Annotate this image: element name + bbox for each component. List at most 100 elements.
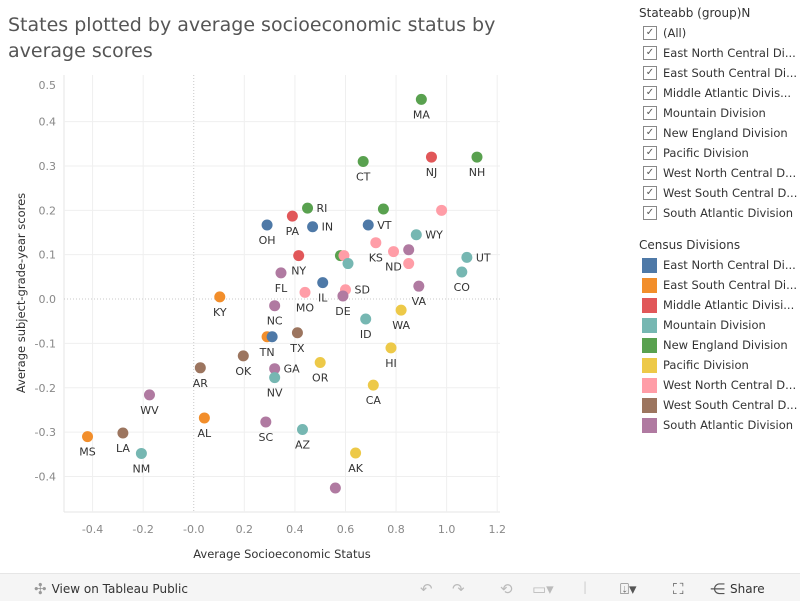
data-point[interactable]	[342, 258, 354, 270]
data-point[interactable]	[370, 237, 382, 249]
filter-item-label: East South Central Di...	[663, 66, 798, 80]
legend-swatch	[642, 357, 657, 373]
data-point[interactable]	[360, 313, 372, 325]
data-point[interactable]	[261, 219, 273, 231]
legend-swatch	[642, 377, 657, 393]
filter-item[interactable]: ✓ West North Central D...	[639, 163, 800, 183]
checkbox-checked-icon[interactable]: ✓	[643, 66, 657, 80]
legend-item[interactable]: West North Central D...	[639, 375, 800, 395]
data-point[interactable]	[410, 229, 422, 241]
filter-item-label: Pacific Division	[663, 146, 749, 160]
data-point-label: OK	[235, 365, 252, 378]
data-point-label: WV	[140, 404, 159, 417]
filter-item[interactable]: ✓ South Atlantic Division	[639, 203, 800, 223]
x-tick-label: -0.4	[82, 523, 103, 536]
data-point[interactable]	[260, 416, 272, 428]
data-point[interactable]	[395, 304, 407, 316]
data-point[interactable]	[307, 221, 319, 233]
filter-item[interactable]: ✓ (All)	[639, 23, 800, 43]
checkbox-checked-icon[interactable]: ✓	[643, 86, 657, 100]
x-axis-title: Average Socioeconomic Status	[193, 547, 371, 561]
data-point[interactable]	[266, 331, 278, 343]
legend-item[interactable]: Pacific Division	[639, 355, 800, 375]
data-point[interactable]	[317, 277, 329, 289]
data-point[interactable]	[269, 372, 281, 384]
legend-item[interactable]: Mountain Division	[639, 315, 800, 335]
filter-item[interactable]: ✓ West South Central D...	[639, 183, 800, 203]
data-point[interactable]	[194, 362, 206, 374]
share-button[interactable]: ⋲ Share	[710, 580, 765, 598]
filter-item[interactable]: ✓ New England Division	[639, 123, 800, 143]
pause-updates-icon[interactable]: ▭▾	[532, 580, 554, 598]
data-point[interactable]	[362, 219, 374, 231]
data-point-label: NY	[291, 265, 306, 278]
checkbox-checked-icon[interactable]: ✓	[643, 26, 657, 40]
data-point[interactable]	[357, 156, 369, 168]
checkbox-checked-icon[interactable]: ✓	[643, 206, 657, 220]
data-point[interactable]	[214, 291, 226, 303]
data-point[interactable]	[461, 251, 473, 263]
data-point[interactable]	[302, 202, 314, 214]
x-tick-label: -0.0	[183, 523, 204, 536]
data-point-label: ND	[385, 261, 402, 274]
data-point[interactable]	[237, 350, 249, 362]
data-point[interactable]	[403, 244, 415, 256]
data-point[interactable]	[456, 266, 468, 278]
data-point[interactable]	[296, 423, 308, 435]
data-point[interactable]	[329, 482, 341, 494]
data-point[interactable]	[198, 412, 210, 424]
legend-item[interactable]: New England Division	[639, 335, 800, 355]
legend-item[interactable]: East North Central Di...	[639, 255, 800, 275]
data-point[interactable]	[436, 204, 448, 216]
data-point[interactable]	[415, 93, 427, 105]
data-point[interactable]	[291, 327, 303, 339]
checkbox-checked-icon[interactable]: ✓	[643, 46, 657, 60]
filter-item[interactable]: ✓ Pacific Division	[639, 143, 800, 163]
data-point[interactable]	[385, 342, 397, 354]
legend-item[interactable]: Middle Atlantic Divisi...	[639, 295, 800, 315]
filter-item[interactable]: ✓ Middle Atlantic Divis...	[639, 83, 800, 103]
filter-item-label: New England Division	[663, 126, 788, 140]
data-point-label: NJ	[426, 166, 437, 179]
data-point[interactable]	[377, 203, 389, 215]
data-point[interactable]	[269, 300, 281, 312]
data-point[interactable]	[117, 427, 129, 439]
data-point[interactable]	[82, 431, 94, 443]
data-point[interactable]	[471, 151, 483, 163]
data-point[interactable]	[143, 389, 155, 401]
revert-icon[interactable]: ⟲	[500, 580, 513, 598]
redo-icon[interactable]: ↷	[452, 580, 465, 598]
checkbox-checked-icon[interactable]: ✓	[643, 146, 657, 160]
fullscreen-icon[interactable]: ⛶	[673, 580, 684, 598]
checkbox-checked-icon[interactable]: ✓	[643, 126, 657, 140]
data-point[interactable]	[388, 246, 400, 258]
filter-item[interactable]: ✓ Mountain Division	[639, 103, 800, 123]
data-point[interactable]	[337, 290, 349, 302]
filter-item[interactable]: ✓ East North Central Di...	[639, 43, 800, 63]
data-point[interactable]	[135, 447, 147, 459]
checkbox-checked-icon[interactable]: ✓	[643, 106, 657, 120]
data-point[interactable]	[275, 267, 287, 279]
data-point[interactable]	[293, 250, 305, 262]
legend-item-label: New England Division	[663, 338, 788, 352]
data-point[interactable]	[299, 286, 311, 298]
data-point[interactable]	[413, 280, 425, 292]
data-point[interactable]	[403, 258, 415, 270]
legend-item[interactable]: East South Central Di...	[639, 275, 800, 295]
undo-icon[interactable]: ↶	[420, 580, 433, 598]
download-icon[interactable]: ⍗▾	[620, 580, 637, 598]
data-point-label: FL	[275, 282, 288, 295]
filter-item[interactable]: ✓ East South Central Di...	[639, 63, 800, 83]
view-on-tableau-button[interactable]: ✣ View on Tableau Public	[34, 580, 188, 598]
data-point[interactable]	[286, 210, 298, 222]
checkbox-checked-icon[interactable]: ✓	[643, 166, 657, 180]
legend-item[interactable]: South Atlantic Division	[639, 415, 800, 435]
data-point[interactable]	[367, 379, 379, 391]
checkbox-checked-icon[interactable]: ✓	[643, 186, 657, 200]
data-point[interactable]	[314, 356, 326, 368]
data-point[interactable]	[350, 447, 362, 459]
legend-item-label: West North Central D...	[663, 378, 797, 392]
legend-item[interactable]: West South Central D...	[639, 395, 800, 415]
y-axis-title: Average subject-grade-year scores	[14, 193, 28, 393]
data-point[interactable]	[425, 151, 437, 163]
